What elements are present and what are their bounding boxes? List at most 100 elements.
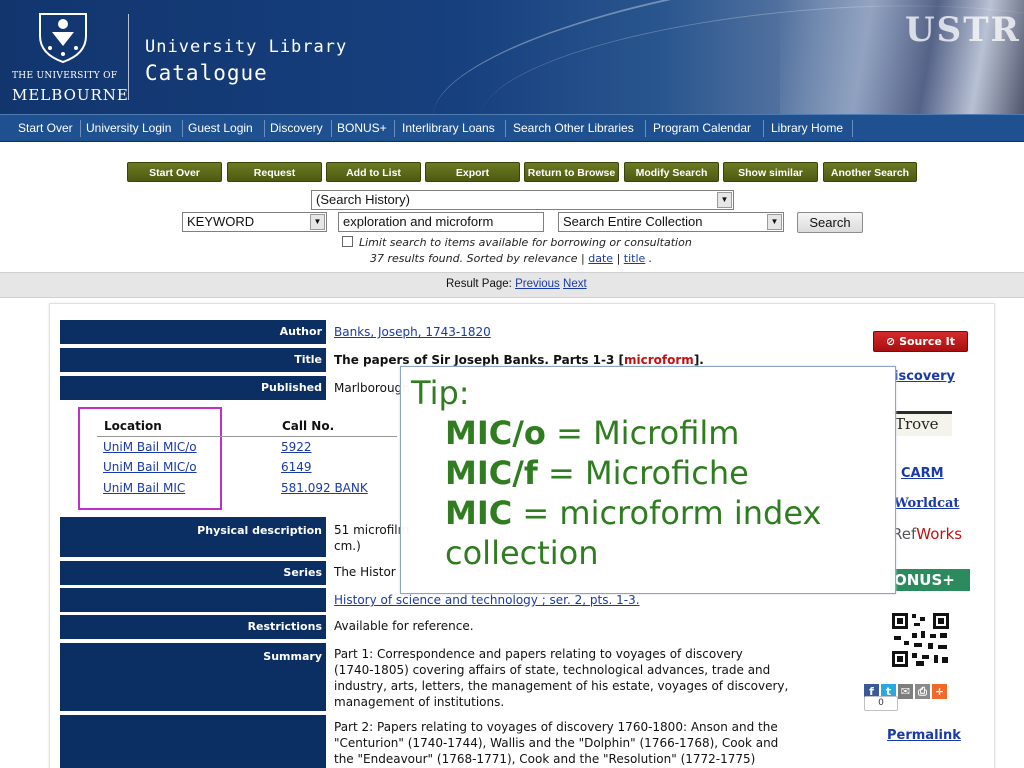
result-page-label: Result Page: xyxy=(446,278,512,290)
tip-line-collection: collection xyxy=(445,534,599,572)
header-divider xyxy=(128,14,129,100)
nav-interlibrary-loans[interactable]: Interlibrary Loans xyxy=(398,115,499,141)
request-button[interactable]: Request xyxy=(227,162,322,182)
results-count-text: 37 results found. Sorted by relevance | xyxy=(370,252,585,265)
holding-location-link[interactable]: UniM Bail MIC/o xyxy=(103,440,197,454)
nav-bonus-plus[interactable]: BONUS+ xyxy=(333,115,391,141)
search-index-select[interactable]: KEYWORD ▼ xyxy=(182,212,327,232)
sort-separator: | xyxy=(616,252,621,265)
email-icon[interactable]: ✉ xyxy=(898,684,913,699)
summary-line: the "Endeavour" (1768-1771), Cook and th… xyxy=(334,752,756,766)
permalink-link[interactable]: Permalink xyxy=(887,728,961,743)
tip-meaning: = Microfilm xyxy=(545,414,740,452)
search-history-value: (Search History) xyxy=(316,192,410,207)
chevron-down-icon: ▼ xyxy=(767,214,782,230)
return-to-browse-button[interactable]: Return to Browse xyxy=(524,162,619,182)
nav-program-calendar[interactable]: Program Calendar xyxy=(649,115,755,141)
search-scope-select[interactable]: Search Entire Collection ▼ xyxy=(558,212,784,232)
holding-location-link[interactable]: UniM Bail MIC xyxy=(103,481,185,495)
tip-overlay: Tip: MIC/o = Microfilm MIC/f = Microfich… xyxy=(400,366,896,594)
discovery-link[interactable]: iscovery xyxy=(894,369,955,384)
print-icon[interactable]: ⎙ xyxy=(915,684,930,699)
limit-search-checkbox[interactable] xyxy=(342,236,353,247)
sort-end: . xyxy=(648,252,653,265)
header-banner: USTR THE UNIVERSITY OF MELBOURNE Univers… xyxy=(0,0,1024,114)
chevron-down-icon: ▼ xyxy=(717,192,732,208)
holdings-location-header: Location xyxy=(104,419,162,433)
trove-logo-link[interactable]: Trove xyxy=(893,411,952,436)
main-nav: Start Over University Login Guest Login … xyxy=(0,114,1024,142)
next-link[interactable]: Next xyxy=(563,278,587,290)
nav-library-home[interactable]: Library Home xyxy=(767,115,847,141)
holding-location: UniM Bail MIC xyxy=(103,481,185,495)
add-to-list-button[interactable]: Add to List xyxy=(326,162,421,182)
nav-separator xyxy=(264,120,265,137)
holdings-callno-header: Call No. xyxy=(282,419,335,433)
summary-line: Part 1: Correspondence and papers relati… xyxy=(334,647,743,661)
nav-separator xyxy=(505,120,506,137)
sort-by-title-link[interactable]: title xyxy=(624,252,646,265)
author-label: Author xyxy=(60,320,326,344)
qr-code-icon xyxy=(890,611,951,669)
holding-callno-link[interactable]: 5922 xyxy=(281,440,312,454)
nav-start-over[interactable]: Start Over xyxy=(14,115,77,141)
series-value: The Histor xyxy=(334,565,396,579)
summary-line: Part 2: Papers relating to voyages of di… xyxy=(334,720,778,734)
author-value: Banks, Joseph, 1743-1820 xyxy=(334,325,491,339)
source-it-icon: ⊘ xyxy=(886,335,896,348)
summary-label: Summary xyxy=(60,643,326,711)
limit-search-label: Limit search to items available for borr… xyxy=(359,236,692,249)
nav-separator xyxy=(852,120,853,137)
nav-university-login[interactable]: University Login xyxy=(82,115,175,141)
nav-discovery[interactable]: Discovery xyxy=(266,115,327,141)
published-label: Published xyxy=(60,376,326,400)
restrictions-label: Restrictions xyxy=(60,615,326,639)
tip-line-index: MIC = microform index xyxy=(445,493,821,533)
nav-guest-login[interactable]: Guest Login xyxy=(184,115,257,141)
previous-link[interactable]: Previous xyxy=(515,278,560,290)
nav-separator xyxy=(331,120,332,137)
nav-separator xyxy=(763,120,764,137)
refworks-text-2: Works xyxy=(916,525,963,543)
holding-location: UniM Bail MIC/o xyxy=(103,440,197,454)
series-link[interactable]: History of science and technology ; ser.… xyxy=(334,593,640,607)
start-over-button[interactable]: Start Over xyxy=(127,162,222,182)
title-text: The papers of Sir Joseph Banks. Parts 1-… xyxy=(334,353,625,367)
share-count-badge: 0 xyxy=(864,696,898,711)
physical-description-value-2: cm.) xyxy=(334,539,361,553)
holding-callno-link[interactable]: 581.092 BANK xyxy=(281,481,368,495)
nav-separator xyxy=(645,120,646,137)
bonus-plus-link[interactable]: ONUS+ xyxy=(890,569,970,591)
another-search-button[interactable]: Another Search xyxy=(823,162,917,182)
summary-line: "Centurion" (1740-1744), Wallis and the … xyxy=(334,736,779,750)
holding-callno-link[interactable]: 6149 xyxy=(281,460,312,474)
physical-description-value-1: 51 microfilm xyxy=(334,523,410,537)
tip-heading: Tip: xyxy=(411,374,470,412)
nav-search-other-libraries[interactable]: Search Other Libraries xyxy=(509,115,638,141)
tip-meaning: = microform index xyxy=(512,494,822,532)
university-crest-logo[interactable] xyxy=(34,10,92,64)
summary-continuation-label xyxy=(60,715,326,768)
university-name-line2: MELBOURNE xyxy=(12,86,129,104)
author-link[interactable]: Banks, Joseph, 1743-1820 xyxy=(334,325,491,339)
holding-location-link[interactable]: UniM Bail MIC/o xyxy=(103,460,197,474)
title-value: The papers of Sir Joseph Banks. Parts 1-… xyxy=(334,353,704,367)
search-input[interactable]: exploration and microform xyxy=(338,212,544,232)
catalogue-title: Catalogue xyxy=(145,61,268,85)
add-more-icon[interactable]: + xyxy=(932,684,947,699)
refworks-link[interactable]: RefWorks xyxy=(892,525,962,543)
university-name-line1: THE UNIVERSITY OF xyxy=(12,71,118,81)
tip-code: MIC xyxy=(445,494,513,532)
results-summary: 37 results found. Sorted by relevance | … xyxy=(370,252,652,265)
worldcat-link[interactable]: Worldcat xyxy=(894,496,959,511)
show-similar-items-button[interactable]: Show similar Items xyxy=(723,162,818,199)
holding-callno: 6149 xyxy=(281,460,312,474)
search-button[interactable]: Search xyxy=(797,212,863,233)
carm-link[interactable]: CARM xyxy=(901,466,944,481)
sort-by-date-link[interactable]: date xyxy=(588,252,613,265)
source-it-button[interactable]: ⊘ Source It xyxy=(873,331,968,352)
search-history-select[interactable]: (Search History) ▼ xyxy=(311,190,734,210)
modify-search-button[interactable]: Modify Search xyxy=(624,162,719,182)
export-button[interactable]: Export xyxy=(425,162,520,182)
nav-separator xyxy=(182,120,183,137)
